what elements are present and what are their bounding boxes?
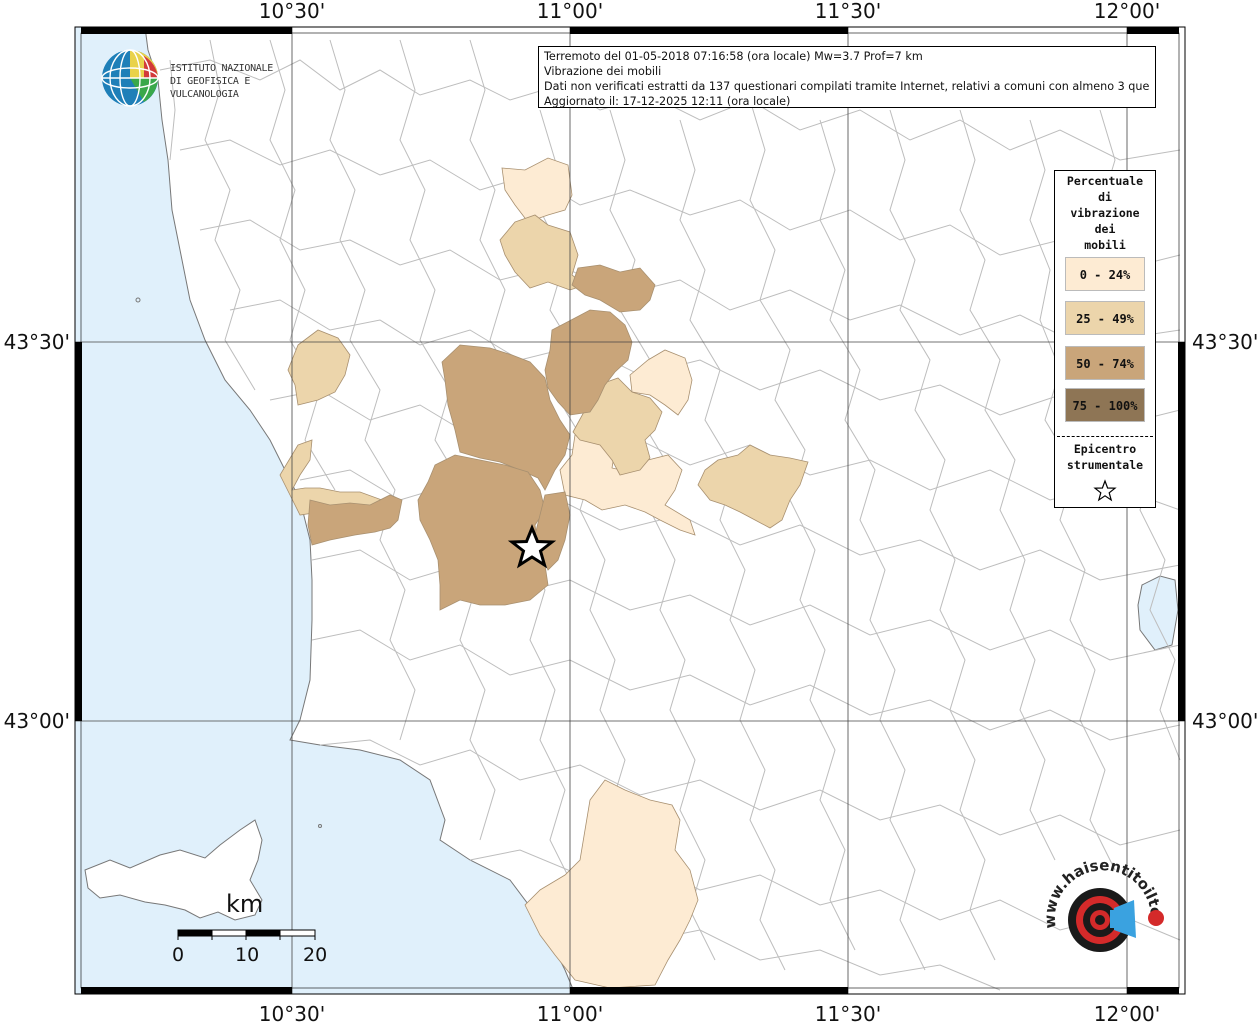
scale-unit: km — [226, 890, 264, 918]
ingv-logo: ISTITUTO NAZIONALE DI GEOFISICA E VULCAN… — [100, 48, 320, 110]
legend-title-line: di — [1098, 190, 1112, 204]
legend: Percentuale di vibrazione dei mobili 0 -… — [1054, 170, 1156, 508]
legend-divider — [1057, 436, 1153, 437]
legend-title-line: dei — [1094, 222, 1116, 236]
legend-title-line: mobili — [1084, 238, 1126, 252]
legend-title: Percentuale di vibrazione dei mobili — [1055, 173, 1155, 253]
legend-class-75-100: 75 - 100% — [1065, 388, 1145, 422]
lat-tick-4330-left: 43°30' — [4, 330, 70, 354]
updated-timestamp: Aggiornato il: 17-12-2025 12:11 (ora loc… — [544, 95, 791, 108]
scale-label-20: 20 — [303, 944, 328, 966]
legend-class-50-74: 50 - 74% — [1065, 346, 1145, 380]
lat-tick-4330-right: 43°30' — [1192, 330, 1257, 354]
lon-tick-labels-bottom: 10°30' 11°00' 11°30' 12°00' — [259, 1002, 1160, 1024]
legend-star-icon — [1093, 479, 1117, 502]
ingv-name-line1: ISTITUTO NAZIONALE — [170, 63, 273, 74]
ingv-name-line2: DI GEOFISICA E VULCANOLOGIA — [170, 76, 251, 100]
lat-tick-4300-left: 43°00' — [4, 709, 70, 733]
lat-tick-4300-right: 43°00' — [1192, 709, 1257, 733]
scale-label-0: 0 — [172, 944, 185, 966]
legend-epicenter-label: Epicentro strumentale — [1055, 441, 1155, 473]
ingv-globe-icon — [101, 49, 159, 107]
legend-epicenter-line: strumentale — [1066, 458, 1144, 472]
event-info-box: Terremoto del 01-05-2018 07:16:58 (ora l… — [538, 46, 1156, 108]
lon-tick-1100-bottom: 11°00' — [537, 1002, 603, 1024]
lon-tick-1130-top: 11°30' — [815, 0, 881, 23]
event-title: Terremoto del 01-05-2018 07:16:58 (ora l… — [544, 50, 923, 63]
legend-class-0-24: 0 - 24% — [1065, 257, 1145, 291]
legend-title-line: Percentuale — [1066, 174, 1144, 188]
haisentito-logo-icon: www.haisentitoilterremoto.it — [1038, 858, 1165, 952]
lon-tick-1200-top: 12°00' — [1094, 0, 1160, 23]
lon-tick-1030-bottom: 10°30' — [259, 1002, 325, 1024]
legend-epicenter-line: Epicentro — [1073, 442, 1137, 456]
data-note: Dati non verificati estratti da 137 ques… — [544, 80, 1150, 93]
legend-title-line: vibrazione — [1070, 206, 1140, 220]
lon-tick-1130-bottom: 11°30' — [815, 1002, 881, 1024]
map-subject: Vibrazione dei mobili — [544, 65, 662, 78]
lon-tick-1100-top: 11°00' — [537, 0, 603, 23]
lon-tick-labels-top: 10°30' 11°00' 11°30' 12°00' — [259, 0, 1160, 23]
lon-tick-1200-bottom: 12°00' — [1094, 1002, 1160, 1024]
lon-tick-1030-top: 10°30' — [259, 0, 325, 23]
legend-class-25-49: 25 - 49% — [1065, 301, 1145, 335]
scale-label-10: 10 — [235, 944, 260, 966]
